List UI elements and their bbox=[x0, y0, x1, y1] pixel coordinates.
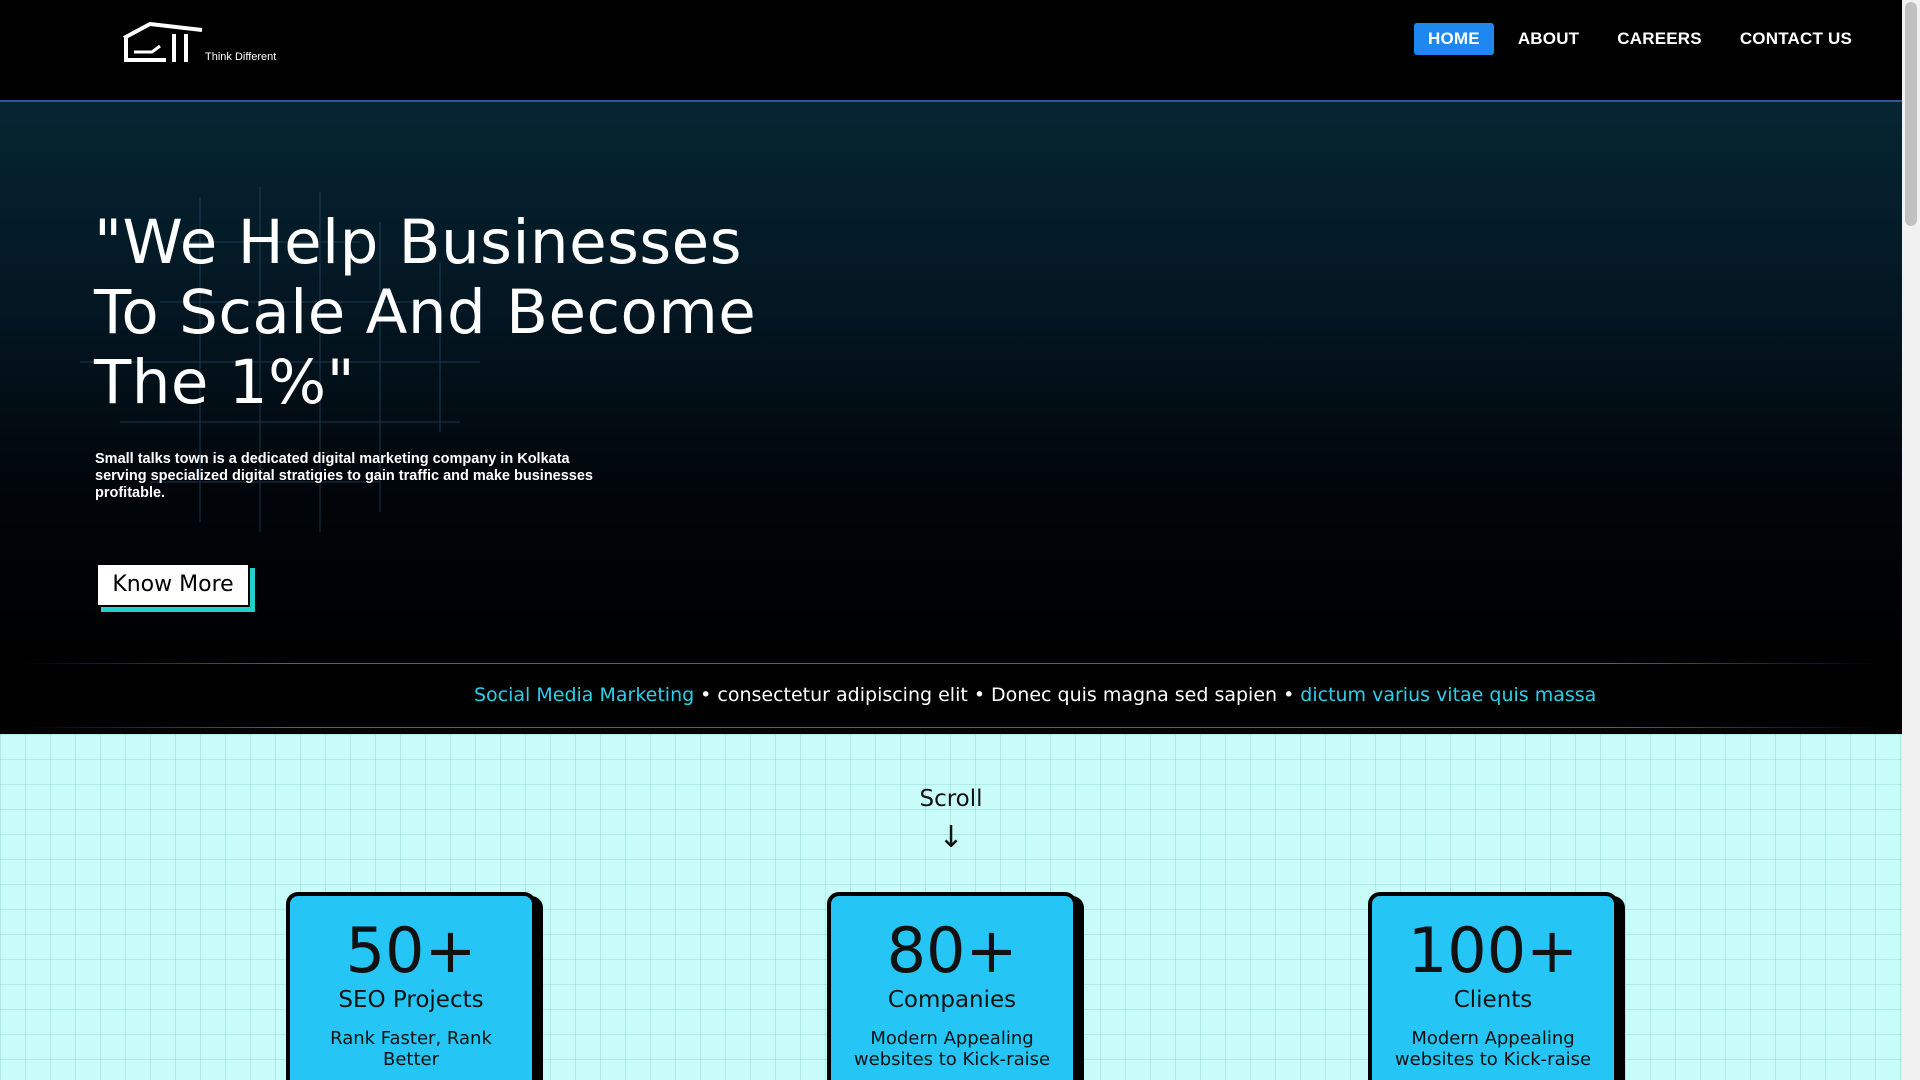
marquee-item: Donec quis magna sed sapien bbox=[991, 684, 1278, 706]
nav-careers[interactable]: CAREERS bbox=[1603, 23, 1716, 55]
nav-home[interactable]: HOME bbox=[1414, 23, 1494, 55]
stat-description: Rank Faster, Rank Better bbox=[330, 1028, 492, 1070]
nav-contact-us[interactable]: CONTACT US bbox=[1726, 23, 1866, 55]
marquee-top-divider bbox=[20, 663, 1882, 664]
hero-headline-line2: To Scale And Become bbox=[94, 277, 757, 348]
logo[interactable]: Think Different bbox=[122, 22, 292, 72]
stat-card-seo-projects: 50+ SEO Projects Rank Faster, Rank Bette… bbox=[286, 892, 536, 1080]
hero-section: "We Help Businesses To Scale And Become … bbox=[0, 102, 1902, 662]
marquee-separator: • bbox=[1283, 684, 1295, 706]
stat-description: Modern Appealing websites to Kick-raise bbox=[1394, 1028, 1592, 1070]
stat-number: 100+ bbox=[1407, 914, 1579, 987]
stat-number: 80+ bbox=[886, 914, 1018, 987]
hero-description: Small talks town is a dedicated digital … bbox=[95, 451, 593, 501]
services-marquee: Social Media Marketing • consectetur adipi… bbox=[0, 662, 1902, 734]
marquee-item: consectetur adipiscing elit bbox=[717, 684, 968, 706]
marquee-separator: • bbox=[700, 684, 712, 706]
main-nav: HOME ABOUT CAREERS CONTACT US bbox=[1414, 23, 1866, 55]
marquee-text: Social Media Marketing • consectetur adipi… bbox=[474, 684, 1596, 706]
scrollbar-thumb[interactable] bbox=[1905, 2, 1917, 226]
stat-description: Modern Appealing websites to Kick-raise bbox=[853, 1028, 1051, 1070]
scroll-label: Scroll bbox=[919, 786, 983, 812]
stat-title: SEO Projects bbox=[338, 987, 484, 1013]
stat-number: 50+ bbox=[345, 914, 477, 987]
stat-title: Clients bbox=[1453, 987, 1533, 1013]
logo-tagline: Think Different bbox=[205, 51, 277, 63]
stat-card-clients: 100+ Clients Modern Appealing websites t… bbox=[1368, 892, 1618, 1080]
down-arrow-icon[interactable]: ↓ bbox=[0, 820, 1902, 855]
house-logo-icon bbox=[123, 22, 203, 62]
marquee-bottom-divider bbox=[20, 727, 1882, 728]
stat-title: Companies bbox=[887, 987, 1017, 1013]
nav-about[interactable]: ABOUT bbox=[1504, 23, 1593, 55]
marquee-separator: • bbox=[973, 684, 986, 706]
page-scrollbar[interactable] bbox=[1902, 0, 1920, 1080]
hero-headline-line3: The 1%" bbox=[94, 347, 356, 418]
marquee-item: dictum varius vitae quis massa bbox=[1300, 684, 1597, 706]
hero-headline: "We Help Businesses To Scale And Become … bbox=[94, 208, 854, 418]
hero-headline-line1: "We Help Businesses bbox=[94, 207, 742, 278]
stat-card-companies: 80+ Companies Modern Appealing websites … bbox=[827, 892, 1077, 1080]
know-more-button[interactable]: Know More bbox=[96, 563, 250, 607]
stats-section: Scroll ↓ 50+ SEO Projects Rank Faster, R… bbox=[0, 734, 1902, 1080]
marquee-item: Social Media Marketing bbox=[474, 684, 695, 706]
site-header: Think Different HOME ABOUT CAREERS CONTA… bbox=[0, 0, 1902, 102]
